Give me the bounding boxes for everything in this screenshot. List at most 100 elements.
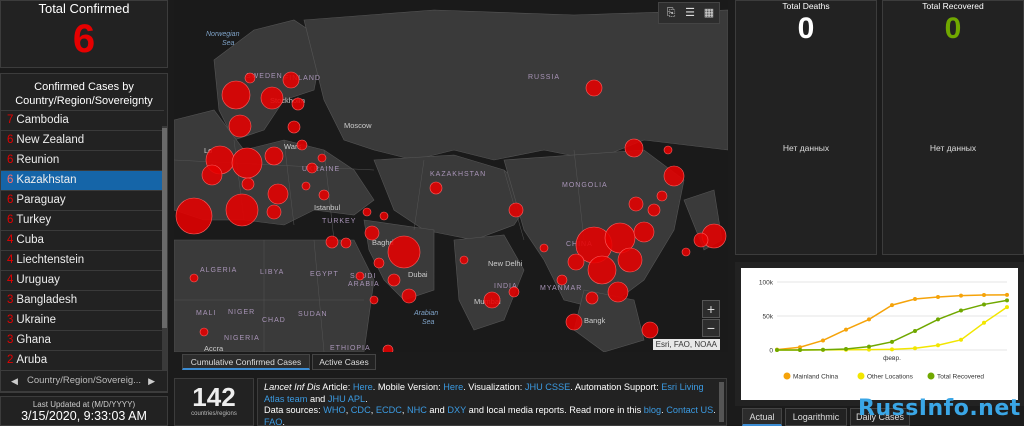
country-list-title-line1: Confirmed Cases by bbox=[34, 81, 134, 93]
chart-point[interactable] bbox=[982, 293, 986, 298]
world-map[interactable]: Norwegian Sea SWEDEN FINLAND RUSSIA Mosc… bbox=[174, 0, 728, 352]
tab-actual[interactable]: Actual bbox=[742, 408, 782, 426]
chart-point[interactable] bbox=[982, 302, 986, 307]
list-item[interactable]: 4 Uruguay bbox=[1, 270, 164, 290]
list-item[interactable]: 6 New Zealand bbox=[1, 130, 164, 150]
list-item[interactable]: 4 Liechtenstein bbox=[1, 250, 164, 270]
pager-prev-icon[interactable]: ◀ bbox=[11, 371, 18, 391]
pager-next-icon[interactable]: ▶ bbox=[148, 371, 155, 391]
info-text: and bbox=[307, 393, 328, 404]
list-item[interactable]: 3 Ghana bbox=[1, 330, 164, 350]
info-lancet: Lancet Inf Dis bbox=[264, 382, 321, 392]
chart-point[interactable] bbox=[959, 337, 963, 342]
list-item[interactable]: 7 Cambodia bbox=[1, 110, 164, 130]
list-item[interactable]: 2 Aruba bbox=[1, 350, 164, 370]
country-list-title: Confirmed Cases by Country/Region/Sovere… bbox=[1, 74, 167, 108]
list-item-count: 3 bbox=[7, 334, 14, 346]
faq-link[interactable]: FAQ bbox=[264, 417, 282, 426]
zoom-out-button[interactable]: − bbox=[702, 319, 720, 337]
chart-point[interactable] bbox=[913, 346, 917, 351]
list-item[interactable]: 4 Cuba bbox=[1, 230, 164, 250]
chart-point[interactable] bbox=[890, 303, 894, 308]
chart-point[interactable] bbox=[1005, 292, 1009, 297]
chart-y-tick-label: 50k bbox=[763, 314, 774, 321]
qr-icon[interactable]: ▦ bbox=[702, 6, 716, 20]
list-item[interactable]: 3 Bangladesh bbox=[1, 290, 164, 310]
chart-point[interactable] bbox=[936, 343, 940, 348]
chart-point[interactable] bbox=[844, 346, 848, 351]
label-dubai: Dubai bbox=[408, 270, 428, 279]
chart-point[interactable] bbox=[775, 348, 779, 352]
chart-point[interactable] bbox=[890, 339, 894, 344]
zoom-in-button[interactable]: + bbox=[702, 300, 720, 318]
label-arabian-sea-2: Sea bbox=[422, 319, 435, 326]
mobile-version-link[interactable]: Here bbox=[443, 382, 463, 392]
tab-active-cases[interactable]: Active Cases bbox=[312, 354, 376, 370]
dxy-link[interactable]: DXY bbox=[447, 405, 466, 415]
total-confirmed-value: 6 bbox=[72, 17, 96, 61]
tab-cumulative-confirmed[interactable]: Cumulative Confirmed Cases bbox=[182, 354, 310, 370]
country-list-scrollbar[interactable] bbox=[162, 126, 167, 388]
total-confirmed-panel: Total Confirmed 6 bbox=[0, 0, 168, 68]
chart-point[interactable] bbox=[936, 317, 940, 322]
chart-point[interactable] bbox=[1005, 305, 1009, 310]
label-istanbul: Istanbul bbox=[314, 203, 341, 212]
total-deaths-title: Total Deaths bbox=[782, 1, 830, 11]
cases-chart-panel: 0 50k 100k февр. Mainland China Other Locati… bbox=[735, 262, 1024, 406]
scrollbar-thumb[interactable] bbox=[162, 128, 167, 328]
list-item-count: 4 bbox=[7, 274, 14, 286]
chart-point[interactable] bbox=[913, 297, 917, 301]
chart-point[interactable] bbox=[936, 294, 940, 299]
list-item-count: 3 bbox=[7, 294, 14, 306]
list-item[interactable]: 6 Reunion bbox=[1, 150, 164, 170]
ecdc-link[interactable]: ECDC bbox=[376, 405, 402, 415]
nhc-link[interactable]: NHC bbox=[407, 405, 427, 415]
label-mongolia: MONGOLIA bbox=[562, 182, 608, 189]
chart-point[interactable] bbox=[913, 328, 917, 333]
tab-logarithmic[interactable]: Logarithmic bbox=[785, 408, 847, 426]
chart-y-tick-label: 100k bbox=[759, 280, 774, 287]
chart-point[interactable] bbox=[959, 308, 963, 313]
label-sudan: SUDAN bbox=[298, 311, 328, 318]
list-item[interactable]: 6 Paraguay bbox=[1, 190, 164, 210]
chart-point[interactable] bbox=[798, 347, 802, 352]
info-text: . bbox=[365, 393, 368, 404]
list-item[interactable]: 6 Kazakhstan bbox=[1, 170, 164, 190]
label-arabia: ARABIA bbox=[348, 281, 380, 288]
jhu-csse-link[interactable]: JHU CSSE bbox=[525, 382, 570, 392]
legend-label[interactable]: Mainland China bbox=[793, 374, 839, 381]
cdc-link[interactable]: CDC bbox=[351, 405, 371, 415]
label-russia: RUSSIA bbox=[528, 74, 560, 81]
chart-point[interactable] bbox=[844, 327, 848, 332]
article-link[interactable]: Here bbox=[353, 382, 373, 392]
chart-point[interactable] bbox=[890, 347, 894, 352]
chart-point[interactable] bbox=[821, 338, 825, 343]
total-deaths-panel: Total Deaths 0 Нет данных bbox=[735, 0, 877, 255]
chart-point[interactable] bbox=[867, 317, 871, 322]
total-deaths-nodata: Нет данных bbox=[782, 143, 830, 153]
list-icon[interactable]: ☰ bbox=[683, 6, 697, 20]
bookmark-icon[interactable]: ⎘ bbox=[664, 6, 678, 20]
label-moscow: Moscow bbox=[344, 121, 372, 130]
chart-point[interactable] bbox=[821, 347, 825, 352]
list-item[interactable]: 3 Ukraine bbox=[1, 310, 164, 330]
list-item[interactable]: 6 Turkey bbox=[1, 210, 164, 230]
watermark: RussInfo.net bbox=[858, 396, 1021, 421]
map-canvas[interactable]: Norwegian Sea SWEDEN FINLAND RUSSIA Mosc… bbox=[174, 0, 728, 352]
label-nigeria: NIGERIA bbox=[224, 335, 260, 342]
list-item-name: Cuba bbox=[16, 234, 44, 246]
contact-link[interactable]: Contact US bbox=[666, 405, 713, 415]
last-updated-panel: Last Updated at (M/D/YYYY) 3/15/2020, 9:… bbox=[0, 396, 168, 426]
chart-point[interactable] bbox=[982, 320, 986, 325]
blog-link[interactable]: blog bbox=[644, 405, 661, 415]
who-link[interactable]: WHO bbox=[323, 405, 345, 415]
legend-label[interactable]: Other Locations bbox=[867, 374, 914, 381]
legend-label[interactable]: Total Recovered bbox=[937, 374, 984, 381]
chart-point[interactable] bbox=[1005, 298, 1009, 303]
cases-chart[interactable]: 0 50k 100k февр. Mainland China Other Locati… bbox=[741, 268, 1018, 400]
chart-point[interactable] bbox=[959, 293, 963, 298]
chart-point[interactable] bbox=[867, 344, 871, 349]
jhu-apl-link[interactable]: JHU APL bbox=[328, 394, 365, 404]
info-scrollbar[interactable] bbox=[719, 382, 724, 422]
info-text: and bbox=[426, 405, 448, 415]
